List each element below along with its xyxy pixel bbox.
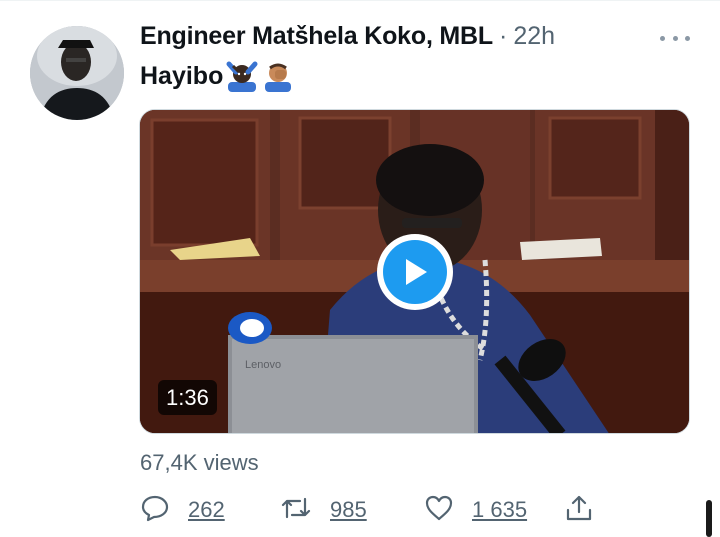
more-options-icon[interactable] (660, 28, 690, 48)
view-count: 67,4K views (140, 450, 259, 475)
separator-dot: · (499, 22, 508, 50)
scrollbar[interactable] (706, 500, 712, 537)
like-button[interactable]: 1 635 (424, 490, 527, 530)
top-divider (0, 0, 720, 1)
share-button[interactable] (564, 490, 594, 530)
reply-icon (140, 493, 170, 528)
share-icon (564, 493, 594, 528)
person-gesturing-no-emoji (225, 60, 259, 92)
heart-icon (424, 493, 454, 528)
reply-button[interactable]: 262 (140, 490, 225, 530)
avatar[interactable] (30, 26, 124, 120)
tweet-text-content: Hayibo (140, 61, 224, 90)
reply-count: 262 (188, 497, 225, 522)
tweet-actions: 262 985 1 635 (140, 490, 600, 530)
laptop-brand-label: Lenovo (245, 359, 281, 371)
play-icon (383, 240, 447, 304)
retweet-button[interactable]: 985 (280, 490, 367, 530)
retweet-icon (280, 493, 312, 528)
author-name[interactable]: Engineer Matšhela Koko, MBL (140, 22, 493, 51)
like-count: 1 635 (472, 497, 528, 522)
person-facepalming-emoji (261, 60, 295, 92)
tweet-header: Engineer Matšhela Koko, MBL · 22h (140, 22, 555, 56)
tweet-text: Hayibo (140, 60, 295, 92)
play-button[interactable] (377, 234, 453, 310)
retweet-count: 985 (330, 497, 367, 522)
video-duration-badge: 1:36 (158, 380, 217, 415)
timestamp[interactable]: 22h (513, 22, 555, 51)
